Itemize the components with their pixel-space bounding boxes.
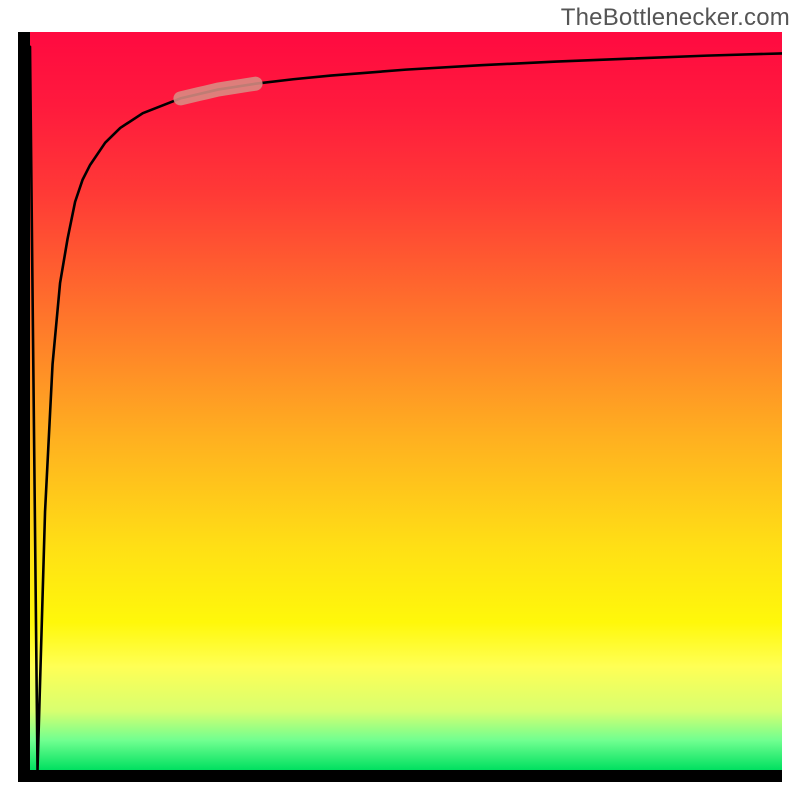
curve-layer — [30, 32, 782, 770]
plot-area — [30, 32, 782, 770]
highlight-segment — [180, 84, 255, 99]
bottleneck-curve — [30, 47, 782, 770]
plot-frame — [18, 32, 782, 782]
chart-container: TheBottlenecker.com — [0, 0, 800, 800]
attribution-label: TheBottlenecker.com — [561, 4, 790, 32]
